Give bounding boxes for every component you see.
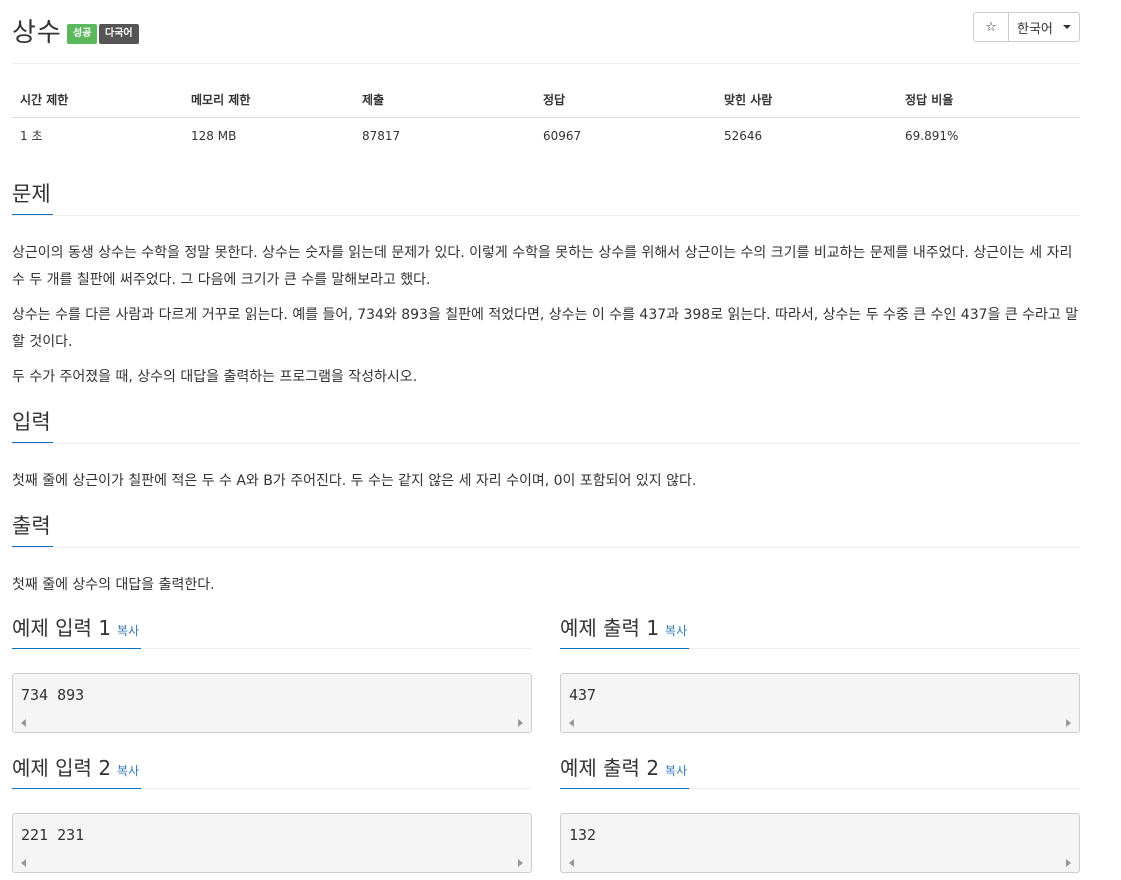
sample-title: 예제 입력 2 복사 — [12, 753, 142, 789]
scroll-left-icon[interactable] — [21, 859, 26, 867]
info-header: 정답 비율 — [897, 82, 1080, 118]
section-headline: 출력 — [12, 511, 1080, 548]
sample-title: 예제 입력 1 복사 — [12, 613, 142, 649]
sample-code: 437 — [569, 686, 597, 704]
horizontal-scrollbar[interactable] — [13, 855, 531, 872]
problem-page: 상수 성공 다국어 ☆ 한국어 시간 제한 메모리 제한 제출 정답 맞힌 사람… — [12, 0, 1080, 873]
copy-link[interactable]: 복사 — [117, 764, 139, 778]
section-headline: 입력 — [12, 407, 1080, 444]
sample-row: 예제 입력 2 복사 221 231 예제 출력 2 복사 132 — [12, 753, 1080, 873]
problem-paragraph: 상수는 수를 다른 사람과 다르게 거꾸로 읽는다. 예를 들어, 734와 8… — [12, 307, 1079, 350]
sample-row: 예제 입력 1 복사 734 893 예제 출력 1 복사 437 — [12, 613, 1080, 733]
sample-code-box: 221 231 — [12, 813, 532, 873]
horizontal-scrollbar[interactable] — [561, 715, 1079, 732]
sample-title: 예제 출력 2 복사 — [560, 753, 690, 789]
scroll-right-icon[interactable] — [1066, 719, 1071, 727]
page-title: 상수 — [12, 18, 62, 48]
problem-section: 문제 상근이의 동생 상수는 수학을 정말 못한다. 상수는 숫자를 읽는데 문… — [12, 179, 1080, 391]
info-header: 시간 제한 — [12, 82, 183, 118]
sample-title-text: 예제 출력 2 — [560, 756, 660, 780]
section-title: 출력 — [12, 511, 53, 547]
scroll-left-icon[interactable] — [569, 719, 574, 727]
language-label: 한국어 — [1017, 21, 1053, 37]
sample-input-2: 예제 입력 2 복사 221 231 — [12, 753, 532, 873]
section-headline: 문제 — [12, 179, 1080, 216]
scroll-right-icon[interactable] — [518, 859, 523, 867]
scroll-left-icon[interactable] — [21, 719, 26, 727]
title-row: 상수 성공 다국어 ☆ 한국어 — [12, 0, 1080, 64]
info-header: 메모리 제한 — [183, 82, 354, 118]
info-value: 1 초 — [20, 129, 43, 143]
info-value: 69.891% — [905, 128, 959, 143]
sample-code: 221 231 — [21, 826, 85, 844]
info-value: 60967 — [543, 128, 582, 143]
star-button[interactable]: ☆ — [973, 12, 1009, 42]
scroll-right-icon[interactable] — [1066, 859, 1071, 867]
title-actions: ☆ 한국어 — [973, 12, 1080, 42]
sample-headline: 예제 출력 1 복사 — [560, 613, 1080, 649]
input-description: 첫째 줄에 상근이가 칠판에 적은 두 수 A와 B가 주어진다. 두 수는 같… — [12, 473, 697, 489]
info-header: 맞힌 사람 — [716, 82, 897, 118]
output-section: 출력 첫째 줄에 상수의 대답을 출력한다. — [12, 511, 1080, 599]
input-section: 입력 첫째 줄에 상근이가 칠판에 적은 두 수 A와 B가 주어진다. 두 수… — [12, 407, 1080, 495]
copy-link[interactable]: 복사 — [665, 624, 687, 638]
sample-title: 예제 출력 1 복사 — [560, 613, 690, 649]
caret-down-icon — [1063, 25, 1071, 29]
horizontal-scrollbar[interactable] — [13, 715, 531, 732]
star-icon: ☆ — [985, 19, 997, 35]
section-title: 입력 — [12, 407, 53, 443]
copy-link[interactable]: 복사 — [117, 624, 139, 638]
sample-title-text: 예제 출력 1 — [560, 616, 660, 640]
problem-paragraph: 두 수가 주어졌을 때, 상수의 대답을 출력하는 프로그램을 작성하시오. — [12, 369, 418, 385]
sample-headline: 예제 입력 2 복사 — [12, 753, 532, 789]
info-value: 87817 — [362, 128, 401, 143]
sample-code: 734 893 — [21, 686, 85, 704]
scroll-left-icon[interactable] — [569, 859, 574, 867]
info-header-row: 시간 제한 메모리 제한 제출 정답 맞힌 사람 정답 비율 — [12, 82, 1080, 118]
section-title: 문제 — [12, 179, 53, 215]
sample-code-box: 132 — [560, 813, 1080, 873]
sample-title-text: 예제 입력 2 — [12, 756, 112, 780]
info-header: 제출 — [354, 82, 535, 118]
sample-output-2: 예제 출력 2 복사 132 — [560, 753, 1080, 873]
sample-headline: 예제 출력 2 복사 — [560, 753, 1080, 789]
success-badge: 성공 — [67, 24, 98, 44]
info-value: 128 MB — [191, 128, 237, 143]
multilang-badge: 다국어 — [99, 24, 139, 44]
sample-code-box: 437 — [560, 673, 1080, 733]
scroll-right-icon[interactable] — [518, 719, 523, 727]
sample-title-text: 예제 입력 1 — [12, 616, 112, 640]
info-value-row: 1 초 128 MB 87817 60967 52646 69.891% — [12, 118, 1080, 156]
info-value: 52646 — [724, 128, 763, 143]
info-header: 정답 — [535, 82, 716, 118]
sample-code: 132 — [569, 826, 597, 844]
problem-paragraph: 상근이의 동생 상수는 수학을 정말 못한다. 상수는 숫자를 읽는데 문제가 … — [12, 245, 1073, 288]
language-dropdown[interactable]: 한국어 — [1009, 12, 1080, 42]
sample-code-box: 734 893 — [12, 673, 532, 733]
copy-link[interactable]: 복사 — [665, 764, 687, 778]
sample-output-1: 예제 출력 1 복사 437 — [560, 613, 1080, 733]
problem-info-table: 시간 제한 메모리 제한 제출 정답 맞힌 사람 정답 비율 1 초 128 M… — [12, 82, 1080, 155]
sample-input-1: 예제 입력 1 복사 734 893 — [12, 613, 532, 733]
output-description: 첫째 줄에 상수의 대답을 출력한다. — [12, 577, 215, 593]
horizontal-scrollbar[interactable] — [561, 855, 1079, 872]
sample-headline: 예제 입력 1 복사 — [12, 613, 532, 649]
